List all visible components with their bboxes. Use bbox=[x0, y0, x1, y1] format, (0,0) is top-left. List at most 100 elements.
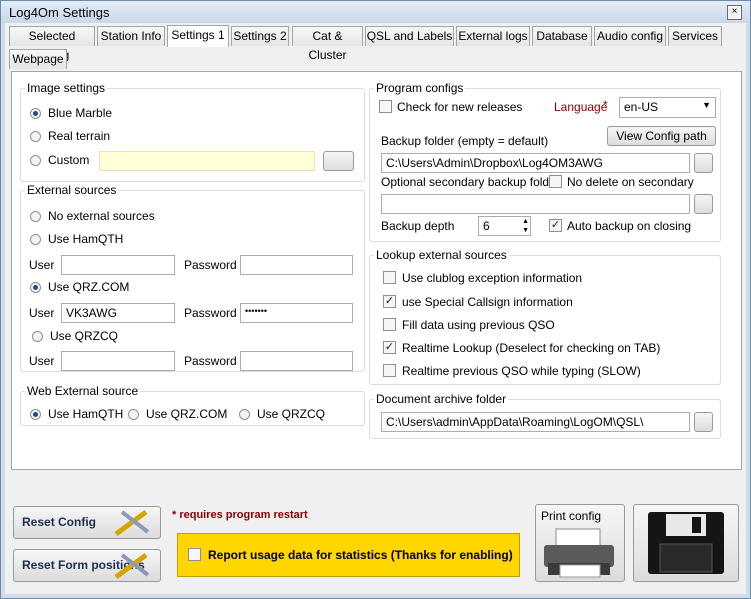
radio-web-hamqth[interactable] bbox=[30, 409, 41, 420]
program-configs-group: Program configs Check for new releases L… bbox=[369, 81, 721, 242]
spin-arrows-icon[interactable]: ▲ ▼ bbox=[522, 217, 529, 235]
label-no-delete-secondary: No delete on secondary bbox=[567, 175, 694, 189]
hamqth-user-input[interactable] bbox=[61, 255, 175, 275]
secondary-backup-input[interactable] bbox=[381, 194, 690, 214]
check-new-releases[interactable] bbox=[379, 100, 392, 113]
reset-form-positions-button[interactable]: Reset Form positions bbox=[13, 549, 161, 582]
label-no-external: No external sources bbox=[48, 209, 155, 223]
hamqth-password-input[interactable] bbox=[240, 255, 353, 275]
radio-real-terrain[interactable] bbox=[30, 131, 41, 142]
print-config-button[interactable]: Print config bbox=[535, 504, 625, 582]
close-button[interactable]: × bbox=[727, 5, 742, 20]
hamqth-user-label: User bbox=[29, 258, 55, 272]
label-clublog-exception: Use clublog exception information bbox=[402, 271, 583, 285]
tab-station-info[interactable]: Station Info bbox=[97, 26, 165, 46]
qrz-password-input[interactable]: ••••••• bbox=[240, 303, 353, 323]
label-web-qrzcq: Use QRZCQ bbox=[257, 407, 326, 421]
tab-qsl-labels[interactable]: QSL and Labels bbox=[365, 26, 454, 46]
check-no-delete-secondary[interactable] bbox=[549, 175, 562, 188]
radio-hamqth[interactable] bbox=[30, 234, 41, 245]
image-settings-title: Image settings bbox=[25, 81, 108, 95]
document-archive-title: Document archive folder bbox=[374, 392, 509, 406]
lookup-group: Lookup external sources Use clublog exce… bbox=[369, 248, 721, 385]
language-select[interactable]: en-US ▼ bbox=[619, 97, 716, 118]
radio-custom[interactable] bbox=[30, 155, 41, 166]
custom-image-browse-button[interactable] bbox=[323, 151, 354, 171]
radio-web-qrzcq[interactable] bbox=[239, 409, 250, 420]
view-config-path-button[interactable]: View Config path bbox=[607, 126, 716, 146]
check-realtime-lookup[interactable]: ✓ bbox=[383, 341, 396, 354]
secondary-backup-browse-button[interactable] bbox=[694, 194, 713, 214]
tab-settings-2[interactable]: Settings 2 bbox=[231, 26, 289, 46]
label-special-callsign: use Special Callsign information bbox=[402, 295, 573, 309]
label-new-releases: Check for new releases bbox=[397, 100, 523, 114]
window-title: Log4Om Settings bbox=[9, 5, 110, 20]
tab-services[interactable]: Services bbox=[668, 26, 722, 46]
backup-depth-value: 6 bbox=[483, 219, 490, 233]
external-sources-title: External sources bbox=[25, 183, 119, 197]
radio-qrzcq[interactable] bbox=[32, 331, 43, 342]
qrzcq-user-input[interactable] bbox=[61, 351, 175, 371]
label-report-usage: Report usage data for statistics (Thanks… bbox=[208, 548, 513, 562]
tab-cat-cluster[interactable]: Cat & Cluster bbox=[292, 26, 363, 62]
external-sources-group: External sources No external sources Use… bbox=[20, 183, 365, 372]
qrzcq-password-input[interactable] bbox=[240, 351, 353, 371]
secondary-backup-label: Optional secondary backup folder bbox=[381, 175, 560, 189]
check-auto-backup[interactable]: ✓ bbox=[549, 219, 562, 232]
web-external-title: Web External source bbox=[25, 384, 141, 398]
image-settings-group: Image settings Blue Marble Real terrain … bbox=[20, 81, 365, 182]
qrzcq-password-label: Password bbox=[184, 354, 237, 368]
document-archive-group: Document archive folder C:\Users\admin\A… bbox=[369, 392, 721, 439]
radio-blue-marble[interactable] bbox=[30, 108, 41, 119]
report-usage-panel: Report usage data for statistics (Thanks… bbox=[177, 533, 520, 577]
radio-qrz[interactable] bbox=[30, 282, 41, 293]
language-label: Language bbox=[554, 100, 608, 114]
tab-external-logs[interactable]: External logs bbox=[456, 26, 530, 46]
program-configs-title: Program configs bbox=[374, 81, 466, 95]
settings-window: Log4Om Settings × Selected Config Statio… bbox=[0, 0, 751, 599]
printer-icon bbox=[544, 528, 614, 578]
label-web-hamqth: Use HamQTH bbox=[48, 407, 124, 421]
web-external-group: Web External source Use HamQTH Use QRZ.C… bbox=[20, 384, 365, 426]
custom-image-field[interactable] bbox=[99, 151, 315, 171]
label-real-terrain: Real terrain bbox=[48, 129, 111, 143]
qrz-user-input[interactable]: VK3AWG bbox=[61, 303, 175, 323]
title-bar[interactable]: Log4Om Settings × bbox=[1, 1, 750, 23]
label-realtime-lookup: Realtime Lookup (Deselect for checking o… bbox=[402, 341, 661, 355]
label-blue-marble: Blue Marble bbox=[48, 106, 113, 120]
language-value: en-US bbox=[624, 100, 659, 114]
label-realtime-previous: Realtime previous QSO while typing (SLOW… bbox=[402, 364, 641, 378]
tab-database[interactable]: Database bbox=[532, 26, 592, 46]
label-web-qrz: Use QRZ.COM bbox=[146, 407, 228, 421]
tab-selected-config[interactable]: Selected Config bbox=[9, 26, 95, 62]
language-required-mark: * bbox=[603, 98, 608, 112]
check-clublog-exception[interactable] bbox=[383, 271, 396, 284]
qrz-user-label: User bbox=[29, 306, 55, 320]
check-realtime-previous[interactable] bbox=[383, 364, 396, 377]
chevron-down-icon: ▼ bbox=[702, 100, 711, 110]
backup-depth-stepper[interactable]: 6 ▲ ▼ bbox=[478, 216, 531, 236]
qrz-password-label: Password bbox=[184, 306, 237, 320]
save-button[interactable] bbox=[633, 504, 739, 582]
check-report-usage[interactable] bbox=[188, 548, 201, 561]
backup-folder-browse-button[interactable] bbox=[694, 153, 713, 173]
document-archive-browse-button[interactable] bbox=[694, 412, 713, 432]
floppy-disk-icon bbox=[648, 512, 724, 574]
reset-config-button[interactable]: Reset Config bbox=[13, 506, 161, 539]
label-previous-qso: Fill data using previous QSO bbox=[402, 318, 555, 332]
radio-web-qrz[interactable] bbox=[128, 409, 139, 420]
tab-settings-1[interactable]: Settings 1 bbox=[167, 25, 229, 47]
tab-audio-config[interactable]: Audio config bbox=[594, 26, 666, 46]
tab-webpage[interactable]: Webpage bbox=[9, 49, 67, 69]
document-archive-input[interactable]: C:\Users\admin\AppData\Roaming\LogOM\QSL… bbox=[381, 412, 690, 432]
print-config-label: Print config bbox=[541, 509, 602, 523]
check-previous-qso[interactable] bbox=[383, 318, 396, 331]
radio-no-external[interactable] bbox=[30, 211, 41, 222]
lookup-title: Lookup external sources bbox=[374, 248, 509, 262]
label-qrzcq: Use QRZCQ bbox=[50, 329, 119, 343]
backup-folder-input[interactable]: C:\Users\Admin\Dropbox\Log4OM3AWG bbox=[381, 153, 690, 173]
backup-depth-label: Backup depth bbox=[381, 219, 455, 233]
check-special-callsign[interactable]: ✓ bbox=[383, 295, 396, 308]
reset-config-label: Reset Config bbox=[22, 515, 97, 529]
label-auto-backup: Auto backup on closing bbox=[567, 219, 692, 233]
